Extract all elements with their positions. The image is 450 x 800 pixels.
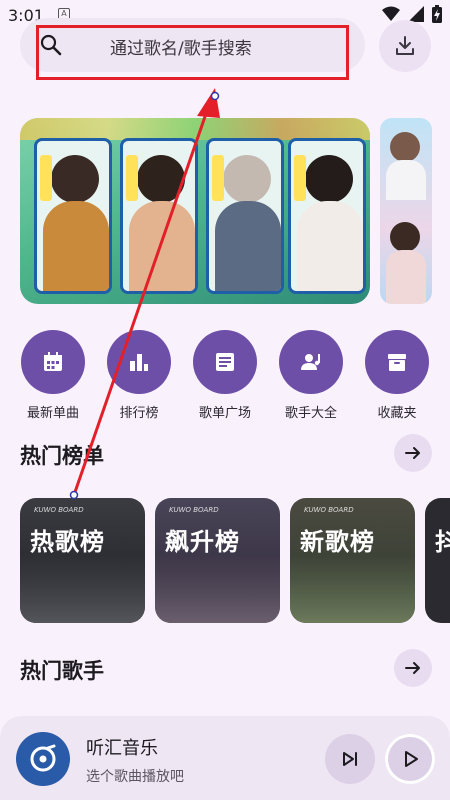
category-icon-wrap (21, 330, 85, 394)
chart-card-douyin[interactable]: 抖 (425, 498, 450, 623)
category-latest-singles[interactable]: 最新单曲 (20, 330, 86, 421)
section-title-hot-charts: 热门榜单 (20, 444, 104, 468)
calendar-icon (44, 352, 62, 371)
card-brand: KUWO BOARD (34, 506, 84, 514)
card-brand: KUWO BOARD (169, 506, 219, 514)
category-icon-wrap (279, 330, 343, 394)
banner-carousel[interactable] (20, 118, 370, 304)
music-disc-icon (30, 744, 56, 772)
category-icon-wrap (107, 330, 171, 394)
card-title: 新歌榜 (300, 528, 375, 556)
category-favorites[interactable]: 收藏夹 (364, 330, 430, 421)
card-brand: KUWO BOARD (304, 506, 354, 514)
battery-icon (432, 5, 442, 23)
card-title: 热歌榜 (30, 528, 105, 556)
mini-player[interactable]: 听汇音乐 选个歌曲播放吧 (0, 716, 450, 800)
player-album-art (16, 732, 70, 786)
chart-card-rising[interactable]: KUWO BOARD 飙升榜 (155, 498, 280, 623)
playlist-icon (216, 353, 234, 371)
search-highlight-box (36, 25, 349, 80)
category-label: 歌单广场 (198, 406, 251, 421)
play-button[interactable] (385, 734, 435, 784)
singer-icon (301, 354, 320, 370)
archive-icon (388, 354, 406, 371)
section-title-hot-singers: 热门歌手 (20, 659, 104, 683)
skip-next-icon (343, 752, 357, 766)
arrow-right-icon (405, 447, 420, 459)
hot-charts-more-button[interactable] (394, 434, 432, 472)
player-title: 听汇音乐 (86, 738, 158, 759)
category-label: 歌手大全 (284, 406, 337, 421)
wifi-icon (382, 6, 400, 21)
card-artwork (20, 555, 145, 623)
download-icon (396, 36, 414, 55)
category-playlist-square[interactable]: 歌单广场 (192, 330, 258, 421)
chart-card-new-songs[interactable]: KUWO BOARD 新歌榜 (290, 498, 415, 623)
category-icon-wrap (193, 330, 257, 394)
category-icon-wrap (365, 330, 429, 394)
play-icon (405, 751, 418, 767)
banner-artist-panel (206, 138, 284, 294)
bar-chart-icon (130, 354, 148, 371)
banner-artist-panel (288, 138, 366, 294)
chart-card-hot-songs[interactable]: KUWO BOARD 热歌榜 (20, 498, 145, 623)
category-charts[interactable]: 排行榜 (106, 330, 172, 421)
category-label: 最新单曲 (26, 406, 79, 421)
banner-next-slide[interactable] (380, 118, 432, 304)
next-track-button[interactable] (325, 734, 375, 784)
card-title: 飙升榜 (165, 528, 240, 556)
player-subtitle: 选个歌曲播放吧 (86, 769, 184, 785)
banner-decoration (20, 118, 370, 140)
card-artwork (290, 555, 415, 623)
category-label: 排行榜 (119, 406, 159, 421)
hot-singers-more-button[interactable] (394, 649, 432, 687)
arrow-right-icon (405, 662, 420, 674)
card-artwork (155, 555, 280, 623)
download-button[interactable] (379, 20, 431, 72)
banner-artist-panel (34, 138, 112, 294)
category-label: 收藏夹 (377, 406, 417, 421)
card-title: 抖 (435, 528, 450, 556)
banner-artist-panel (120, 138, 198, 294)
category-singers[interactable]: 歌手大全 (278, 330, 344, 421)
